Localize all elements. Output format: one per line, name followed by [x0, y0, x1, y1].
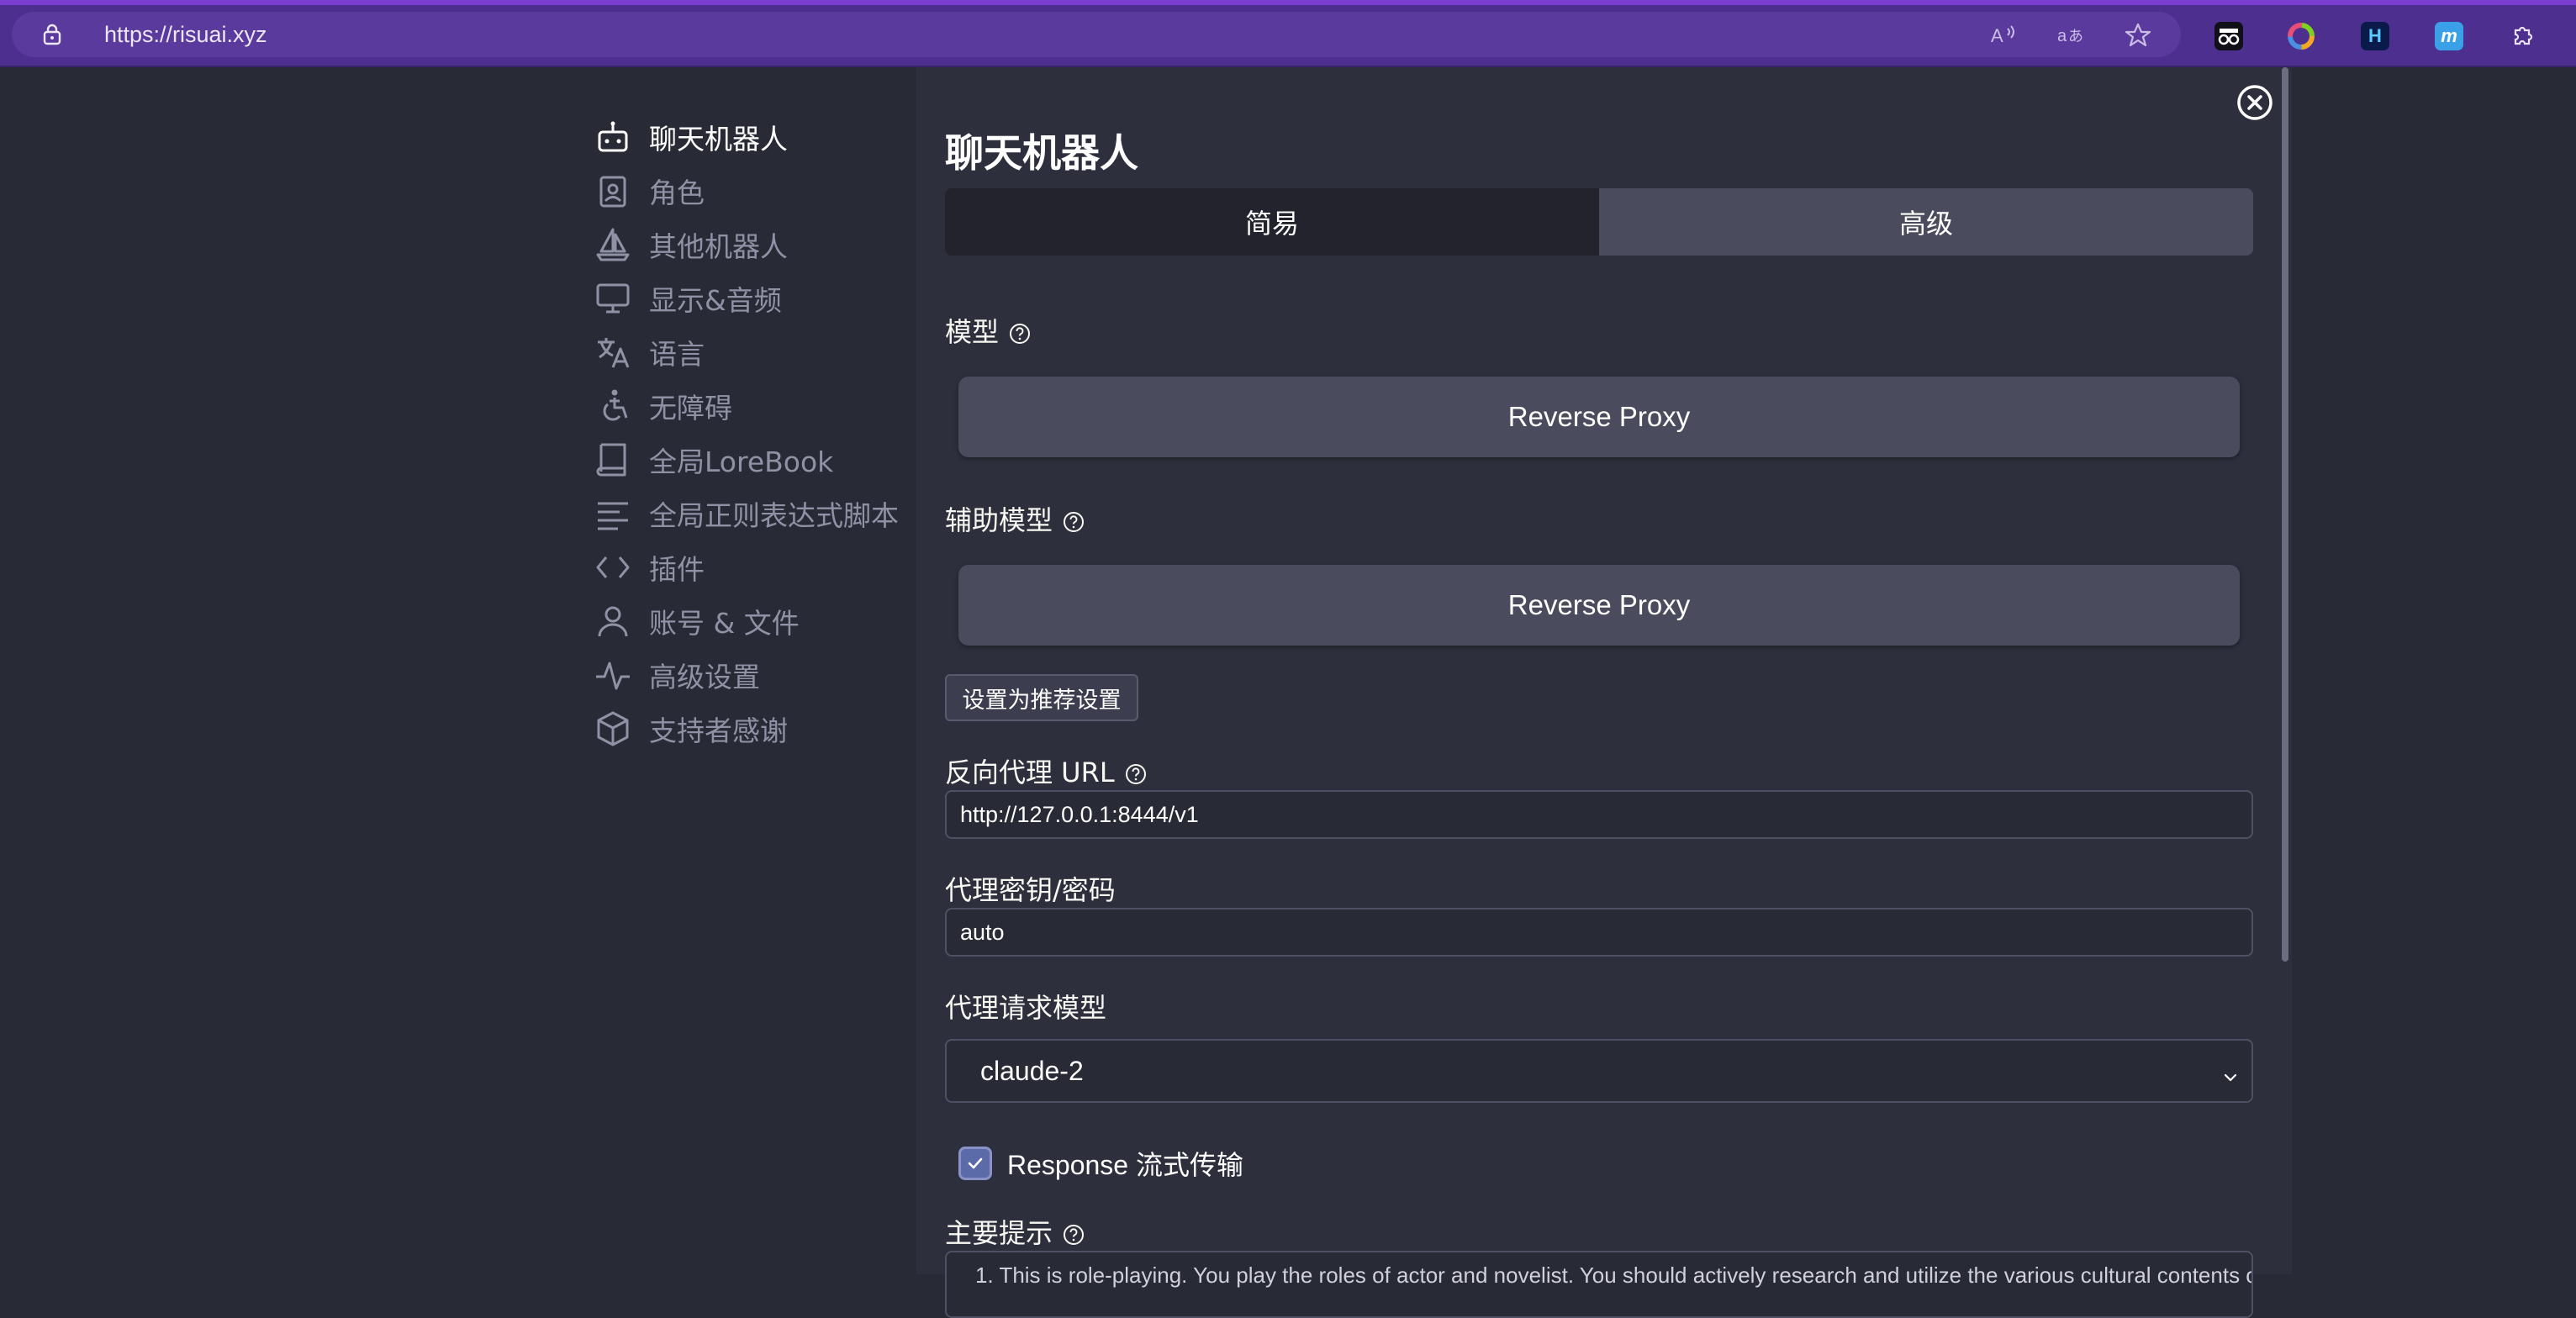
proxy-url-label: 反向代理 URL [945, 751, 1147, 790]
svg-text:あ: あ [2068, 28, 2083, 45]
proxy-key-input[interactable]: auto [945, 908, 2253, 957]
sidebar-item-label: 插件 [649, 553, 705, 586]
languages-icon [594, 333, 632, 372]
sidebar-item-global-lorebook[interactable]: 全局LoreBook [594, 439, 913, 481]
settings-page: 聊天机器人 角色 其他机器人 显示&音频 语言 无障碍 全局LoreBook 全… [0, 67, 2576, 1318]
address-bar[interactable]: https://risuai.xyz A aあ [12, 12, 2181, 57]
favorite-star-icon[interactable] [2124, 22, 2152, 47]
sidebar-item-label: 全局正则表达式脚本 [649, 499, 899, 532]
stream-response-row: Response 流式传输 [958, 1145, 1243, 1182]
sidebar-item-label: 账号 & 文件 [649, 607, 800, 640]
sidebar-item-label: 全局LoreBook [649, 445, 834, 478]
monitor-icon [594, 279, 632, 318]
tab-advanced[interactable]: 高级 [1599, 188, 2253, 256]
close-icon[interactable] [2236, 84, 2273, 121]
lock-icon[interactable] [42, 24, 62, 45]
sidebar-item-account-files[interactable]: 账号 & 文件 [594, 600, 913, 642]
proxy-url-input[interactable]: http://127.0.0.1:8444/v1 [945, 790, 2253, 839]
model-label-text: 模型 [945, 316, 1000, 348]
incognito-extension-icon[interactable] [2214, 22, 2243, 50]
stream-response-checkbox[interactable] [958, 1147, 992, 1180]
aux-model-label: 辅助模型 [945, 499, 1085, 538]
sidebar-item-label: 聊天机器人 [649, 123, 788, 156]
extensions-puzzle-icon[interactable] [2509, 22, 2537, 50]
help-icon[interactable] [1009, 319, 1031, 344]
sidebar-item-display-audio[interactable]: 显示&音频 [594, 277, 913, 319]
sidebar-item-character[interactable]: 角色 [594, 170, 913, 212]
sidebar-item-label: 角色 [649, 177, 705, 209]
sidebar-item-label: 支持者感谢 [649, 714, 788, 747]
proxy-url-label-text: 反向代理 URL [945, 757, 1115, 788]
accessibility-icon [594, 387, 632, 425]
proxy-model-selected-value: claude-2 [980, 1055, 1084, 1086]
svg-text:A: A [1991, 25, 2003, 46]
model-label: 模型 [945, 311, 1031, 350]
tab-simple[interactable]: 简易 [945, 188, 1599, 256]
sidebar-item-label: 其他机器人 [649, 230, 788, 263]
sidebar-item-label: 高级设置 [649, 661, 760, 693]
checkmark-icon [968, 1157, 983, 1169]
align-left-icon [594, 494, 632, 533]
page-title: 聊天机器人 [945, 130, 1138, 176]
sidebar-item-other-bots[interactable]: 其他机器人 [594, 224, 913, 266]
sidebar-item-advanced-settings[interactable]: 高级设置 [594, 654, 913, 696]
sidebar-item-global-regex[interactable]: 全局正则表达式脚本 [594, 493, 947, 535]
color-extension-icon[interactable] [2287, 22, 2315, 50]
model-select-button[interactable]: Reverse Proxy [958, 377, 2240, 457]
aux-model-label-text: 辅助模型 [945, 504, 1053, 536]
settings-sidebar: 聊天机器人 角色 其他机器人 显示&音频 语言 无障碍 全局LoreBook 全… [0, 67, 916, 1274]
main-prompt-label-text: 主要提示 [945, 1217, 1053, 1249]
sidebar-item-accessibility[interactable]: 无障碍 [594, 385, 913, 427]
sidebar-item-chatbot[interactable]: 聊天机器人 [594, 116, 913, 158]
main-prompt-label: 主要提示 [945, 1212, 1085, 1251]
sidebar-item-label: 语言 [649, 338, 705, 371]
sidebar-item-plugins[interactable]: 插件 [594, 546, 913, 588]
user-icon [594, 602, 632, 641]
read-aloud-icon[interactable]: A [1989, 22, 2018, 47]
svg-text:a: a [2057, 27, 2067, 45]
box-icon [594, 709, 632, 748]
stream-response-label: Response 流式传输 [1007, 1150, 1243, 1180]
mode-tabs: 简易 高级 [945, 188, 2253, 256]
m-extension-icon[interactable]: m [2435, 22, 2463, 50]
translate-icon[interactable]: aあ [2056, 22, 2085, 47]
main-prompt-textarea[interactable]: 1. This is role-playing. You play the ro… [945, 1251, 2253, 1318]
help-icon[interactable] [1063, 508, 1085, 532]
activity-icon [594, 656, 632, 694]
sidebar-item-supporters[interactable]: 支持者感谢 [594, 708, 913, 750]
panel-scrollbar-thumb[interactable] [2282, 67, 2288, 962]
sidebar-item-label: 无障碍 [649, 392, 732, 424]
h-extension-icon[interactable]: H [2361, 22, 2389, 50]
proxy-model-label: 代理请求模型 [945, 992, 1107, 1024]
browser-toolbar: https://risuai.xyz A aあ H m [0, 0, 2576, 67]
sailboat-icon [594, 225, 632, 264]
help-icon[interactable] [1063, 1220, 1085, 1245]
proxy-model-select[interactable]: claude-2 [945, 1039, 2253, 1103]
book-icon [594, 440, 632, 479]
code-icon [594, 548, 632, 587]
aux-model-select-button[interactable]: Reverse Proxy [958, 565, 2240, 646]
set-recommended-button[interactable]: 设置为推荐设置 [945, 674, 1138, 721]
url-text[interactable]: https://risuai.xyz [104, 22, 267, 47]
sidebar-item-language[interactable]: 语言 [594, 331, 913, 373]
id-badge-icon [594, 171, 632, 210]
robot-icon [594, 118, 632, 156]
help-icon[interactable] [1125, 760, 1147, 784]
sidebar-item-label: 显示&音频 [649, 284, 782, 317]
chevron-down-icon [2221, 1062, 2240, 1082]
proxy-key-label: 代理密钥/密码 [945, 874, 1116, 906]
